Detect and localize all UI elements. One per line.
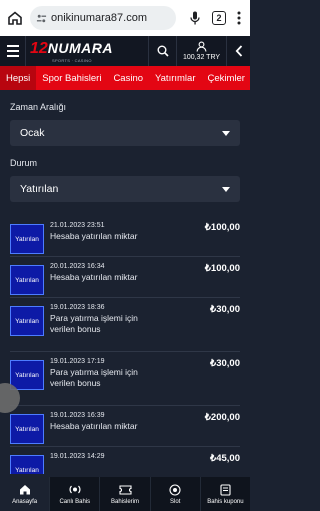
slot-icon (168, 483, 182, 496)
status-select[interactable]: Yatırılan (10, 176, 240, 202)
transaction-amount: ₺200,00 (204, 412, 240, 423)
transaction-date: 20.01.2023 16:34 (50, 263, 105, 270)
back-button[interactable] (226, 36, 250, 66)
transaction-row[interactable]: Yatırılan 19.01.2023 17:19 Para yatırma … (10, 352, 240, 406)
transaction-date: 19.01.2023 18:36 (50, 304, 105, 311)
nav-bahislerim[interactable]: Bahislerim (100, 477, 151, 511)
tab-spor-bahisleri[interactable]: Spor Bahisleri (36, 66, 107, 90)
browser-menu-icon[interactable] (234, 9, 244, 27)
coupon-icon (218, 483, 232, 496)
transaction-date: 21.01.2023 23:51 (50, 222, 105, 229)
transaction-description: Hesaba yatırılan miktar (50, 421, 138, 431)
transaction-date: 19.01.2023 16:39 (50, 412, 105, 419)
transaction-thumbnail: Yatırılan (10, 306, 44, 336)
site-info-icon[interactable] (36, 13, 47, 24)
ticket-icon (118, 484, 132, 496)
date-range-label: Zaman Aralığı (10, 102, 67, 112)
nav-bahis-kuponu[interactable]: Bahis kuponu (201, 477, 250, 511)
date-range-select[interactable]: Ocak (10, 120, 240, 146)
transaction-amount: ₺100,00 (204, 263, 240, 274)
transaction-thumbnail: Yatırılan (10, 455, 44, 474)
nav-slot[interactable]: Slot (151, 477, 201, 511)
category-tabs: Hepsi Spor Bahisleri Casino Yatırımlar Ç… (0, 66, 250, 90)
transaction-amount: ₺45,00 (210, 453, 240, 464)
search-button[interactable] (148, 36, 176, 66)
date-range-value: Ocak (20, 127, 45, 139)
transaction-row[interactable]: Yatırılan 19.01.2023 18:36 Para yatırma … (10, 298, 240, 352)
tab-yatirimlar[interactable]: Yatırımlar (149, 66, 201, 90)
bottom-nav: Anasayfa Canlı Bahis Bahislerim Slot Bah… (0, 477, 250, 511)
filter-panel: Zaman Aralığı Ocak Durum Yatırılan (0, 90, 250, 214)
status-value: Yatırılan (20, 183, 59, 195)
transaction-row[interactable]: Yatırılan 20.01.2023 16:34 Hesaba yatırı… (10, 257, 240, 298)
user-icon (196, 41, 207, 52)
transaction-thumbnail: Yatırılan (10, 265, 44, 295)
nav-canli-bahis[interactable]: Canlı Bahis (50, 477, 101, 511)
hamburger-menu-icon[interactable] (0, 36, 26, 66)
transaction-amount: ₺30,00 (210, 304, 240, 315)
url-text: onikinumara87.com (51, 12, 147, 24)
nav-anasayfa[interactable]: Anasayfa (0, 477, 51, 511)
status-label: Durum (10, 158, 38, 168)
transaction-date: 19.01.2023 17:19 (50, 358, 105, 365)
transaction-description: Para yatırma işlemi için verilen bonus (50, 367, 138, 388)
account-button[interactable]: 100,32 TRY (176, 36, 226, 66)
transaction-row[interactable]: Yatırılan 19.01.2023 16:39 Hesaba yatırı… (10, 406, 240, 447)
tab-casino[interactable]: Casino (107, 66, 149, 90)
browser-toolbar: onikinumara87.com 2 (0, 0, 250, 36)
transaction-thumbnail: Yatırılan (10, 224, 44, 254)
search-icon (157, 45, 169, 57)
transaction-amount: ₺100,00 (204, 222, 240, 233)
live-icon (68, 484, 82, 496)
microphone-icon[interactable] (188, 9, 202, 27)
logo-number: 12 (30, 39, 48, 57)
tab-count: 2 (216, 13, 222, 23)
transaction-date: 19.01.2023 14:29 (50, 453, 105, 460)
home-icon (18, 484, 32, 496)
tab-switcher-button[interactable]: 2 (212, 11, 226, 25)
transaction-description: Hesaba yatırılan miktar (50, 231, 138, 241)
site-logo[interactable]: 12 NUMARA SPORTS · CASINO (30, 38, 148, 64)
address-bar[interactable]: onikinumara87.com (30, 6, 176, 30)
logo-tagline: SPORTS · CASINO (52, 57, 92, 63)
tab-hepsi[interactable]: Hepsi (0, 66, 37, 90)
transaction-list: Yatırılan 21.01.2023 23:51 Hesaba yatırı… (10, 216, 240, 474)
chevron-left-icon (235, 45, 242, 57)
transaction-row[interactable]: Yatırılan 19.01.2023 14:29 ₺45,00 (10, 447, 240, 474)
transaction-thumbnail: Yatırılan (10, 360, 44, 390)
logo-word: NUMARA (47, 39, 114, 56)
transaction-description: Hesaba yatırılan miktar (50, 272, 138, 282)
transaction-row[interactable]: Yatırılan 21.01.2023 23:51 Hesaba yatırı… (10, 216, 240, 257)
transaction-description: Para yatırma işlemi için verilen bonus (50, 313, 138, 334)
account-balance: 100,32 TRY (182, 54, 221, 61)
tab-cekimler[interactable]: Çekimler (201, 66, 250, 90)
site-header: 12 NUMARA SPORTS · CASINO 100,32 TRY (0, 36, 250, 66)
chevron-down-icon (222, 186, 230, 192)
home-icon[interactable] (6, 9, 24, 27)
transaction-amount: ₺30,00 (210, 358, 240, 369)
chevron-down-icon (222, 130, 230, 136)
transaction-thumbnail: Yatırılan (10, 414, 44, 444)
